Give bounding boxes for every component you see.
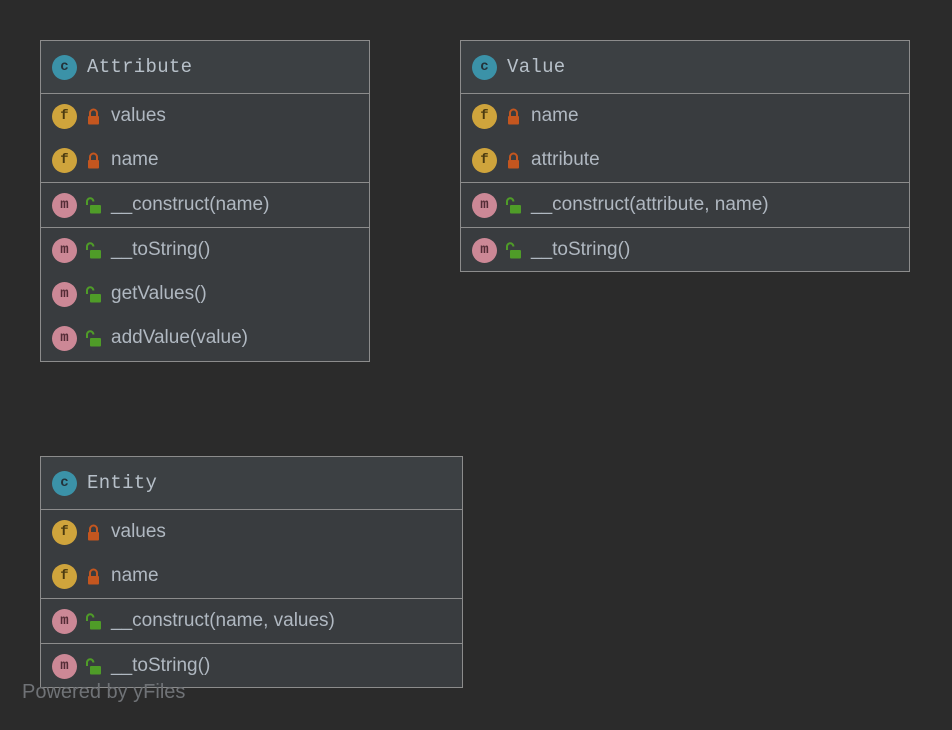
lock-open-icon xyxy=(85,329,102,348)
method-badge-icon: m xyxy=(472,238,497,263)
member-label: name xyxy=(111,565,159,587)
member-label: __toString() xyxy=(111,239,210,261)
class-header-attribute[interactable]: c Attribute xyxy=(41,41,369,94)
method-badge-icon: m xyxy=(52,282,77,307)
method-badge-icon: m xyxy=(472,193,497,218)
lock-open-icon xyxy=(85,196,102,215)
field-badge-icon: f xyxy=(472,148,497,173)
class-node-entity[interactable]: c Entity f values f name m __construct(name, va… xyxy=(40,456,463,688)
field-badge-icon: f xyxy=(52,520,77,545)
member-label: values xyxy=(111,105,166,127)
lock-closed-icon xyxy=(85,107,102,126)
lock-open-icon xyxy=(85,657,102,676)
member-row[interactable]: m getValues() xyxy=(41,272,369,316)
class-node-attribute[interactable]: c Attribute f values f name m __construct(name)… xyxy=(40,40,370,362)
class-section-constructor: m __construct(attribute, name) xyxy=(461,182,909,227)
lock-open-icon xyxy=(85,285,102,304)
member-row[interactable]: m __toString() xyxy=(41,228,369,272)
class-section-fields: f values f name xyxy=(41,94,369,182)
member-row[interactable]: m __toString() xyxy=(41,644,462,688)
member-label: values xyxy=(111,521,166,543)
member-label: __toString() xyxy=(111,655,210,677)
member-label: addValue(value) xyxy=(111,327,248,349)
class-header-entity[interactable]: c Entity xyxy=(41,457,462,510)
member-label: attribute xyxy=(531,149,600,171)
class-section-constructor: m __construct(name, values) xyxy=(41,598,462,643)
class-section-methods: m __toString() xyxy=(461,227,909,272)
lock-closed-icon xyxy=(85,567,102,586)
lock-closed-icon xyxy=(85,523,102,542)
lock-closed-icon xyxy=(505,107,522,126)
member-label: __construct(name) xyxy=(111,194,269,216)
member-row[interactable]: m addValue(value) xyxy=(41,316,369,360)
member-label: __construct(attribute, name) xyxy=(531,194,769,216)
class-badge-icon: c xyxy=(52,471,77,496)
member-row[interactable]: f attribute xyxy=(461,138,909,182)
member-row[interactable]: m __construct(attribute, name) xyxy=(461,183,909,227)
lock-closed-icon xyxy=(505,151,522,170)
lock-open-icon xyxy=(85,241,102,260)
class-section-constructor: m __construct(name) xyxy=(41,182,369,227)
lock-closed-icon xyxy=(85,151,102,170)
member-row[interactable]: f name xyxy=(461,94,909,138)
class-section-methods: m__toString()mgetValues()maddValue(value… xyxy=(41,227,369,360)
method-badge-icon: m xyxy=(52,193,77,218)
class-name-label: Value xyxy=(507,56,566,78)
member-row[interactable]: f values xyxy=(41,94,369,138)
method-badge-icon: m xyxy=(52,654,77,679)
class-badge-icon: c xyxy=(52,55,77,80)
member-label: name xyxy=(531,105,579,127)
field-badge-icon: f xyxy=(52,104,77,129)
field-badge-icon: f xyxy=(52,148,77,173)
member-row[interactable]: f name xyxy=(41,554,462,598)
member-label: __construct(name, values) xyxy=(111,610,335,632)
method-badge-icon: m xyxy=(52,326,77,351)
class-section-fields: f values f name xyxy=(41,510,462,598)
field-badge-icon: f xyxy=(472,104,497,129)
class-header-value[interactable]: c Value xyxy=(461,41,909,94)
method-badge-icon: m xyxy=(52,609,77,634)
uml-class-diagram-canvas: c Attribute f values f name m __construct(name)… xyxy=(0,0,952,730)
field-badge-icon: f xyxy=(52,564,77,589)
lock-open-icon xyxy=(85,612,102,631)
member-row[interactable]: m __construct(name) xyxy=(41,183,369,227)
member-row[interactable]: m __construct(name, values) xyxy=(41,599,462,643)
member-label: getValues() xyxy=(111,283,207,305)
class-badge-icon: c xyxy=(472,55,497,80)
lock-open-icon xyxy=(505,196,522,215)
method-badge-icon: m xyxy=(52,238,77,263)
member-row[interactable]: f values xyxy=(41,510,462,554)
class-section-fields: f name f attribute xyxy=(461,94,909,182)
lock-open-icon xyxy=(505,241,522,260)
member-label: name xyxy=(111,149,159,171)
member-row[interactable]: f name xyxy=(41,138,369,182)
class-name-label: Attribute xyxy=(87,56,192,78)
member-label: __toString() xyxy=(531,239,630,261)
class-section-methods: m __toString() xyxy=(41,643,462,688)
member-row[interactable]: m __toString() xyxy=(461,228,909,272)
class-node-value[interactable]: c Value f name f attribute m __construct(attrib… xyxy=(460,40,910,272)
class-name-label: Entity xyxy=(87,472,157,494)
